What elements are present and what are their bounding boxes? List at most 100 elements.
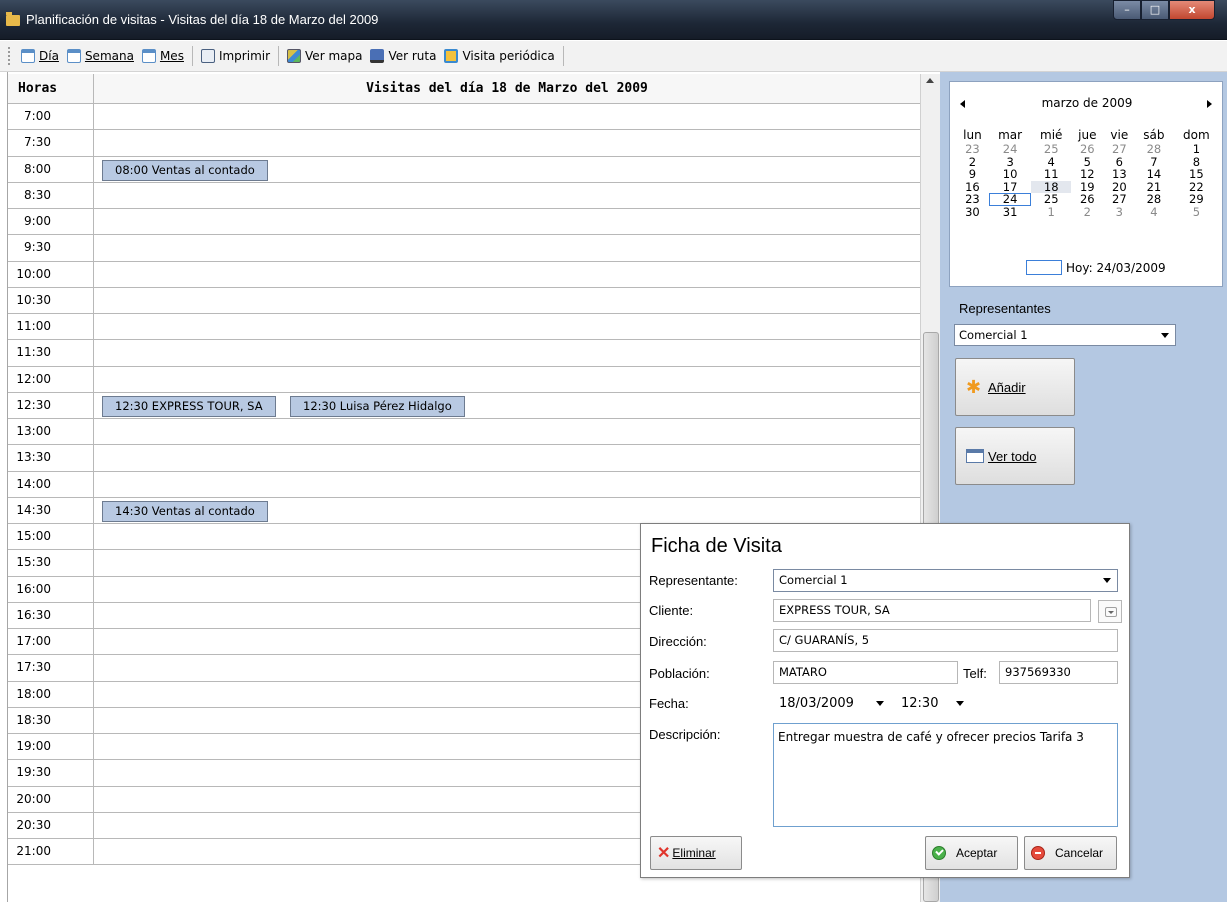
calendar-day[interactable]: 5 xyxy=(1173,205,1220,219)
time-slot-cell[interactable] xyxy=(94,445,920,470)
time-slot-cell[interactable] xyxy=(94,130,920,155)
time-slot-label: 17:00 xyxy=(8,629,94,655)
time-slot-cell[interactable]: 08:00 Ventas al contado xyxy=(94,157,920,182)
time-slot-label: 17:30 xyxy=(8,655,94,681)
calendar-day[interactable]: 28 xyxy=(1135,193,1173,206)
calendar-day[interactable]: 27 xyxy=(1104,193,1136,206)
schedule-row: 7:30 xyxy=(8,130,920,157)
time-slot-cell[interactable] xyxy=(94,367,920,392)
periodic-visit-button[interactable]: Visita periódica xyxy=(440,44,558,68)
time-slot-label: 7:30 xyxy=(8,130,94,156)
time-slot-cell[interactable] xyxy=(94,104,920,129)
address-input[interactable]: C/ GUARANÍS, 5 xyxy=(773,629,1118,652)
time-picker[interactable]: 12:30 xyxy=(895,692,971,715)
time-slot-cell[interactable] xyxy=(94,262,920,287)
view-all-label: Ver todo xyxy=(988,448,1037,464)
calendar-day[interactable]: 29 xyxy=(1173,193,1220,206)
appointment-block[interactable]: 14:30 Ventas al contado xyxy=(102,500,268,522)
time-slot-label: 13:30 xyxy=(8,445,94,471)
delete-button[interactable]: ✕ Eliminar xyxy=(650,836,742,870)
view-route-button[interactable]: Ver ruta xyxy=(366,44,440,68)
calendar-day[interactable]: 1 xyxy=(1031,205,1071,219)
calendar-day[interactable]: 28 xyxy=(1135,143,1173,156)
calendar-day[interactable]: 1 xyxy=(1173,143,1220,156)
calendar-day[interactable]: 24 xyxy=(988,193,1032,206)
calendar-day[interactable]: 15 xyxy=(1173,168,1220,181)
city-input[interactable]: MATARO xyxy=(773,661,958,684)
representative-label: Representante: xyxy=(649,573,738,588)
today-indicator[interactable]: Hoy: 24/03/2009 xyxy=(1026,260,1166,275)
time-slot-cell[interactable] xyxy=(94,472,920,497)
next-month-icon[interactable] xyxy=(1207,100,1212,108)
time-slot-cell[interactable] xyxy=(94,288,920,313)
calendar-day[interactable]: 23 xyxy=(956,193,989,206)
appointment-block[interactable]: 08:00 Ventas al contado xyxy=(102,159,268,181)
week-view-button[interactable]: Semana xyxy=(63,44,138,68)
appointment-block[interactable]: 12:30 EXPRESS TOUR, SA xyxy=(102,395,276,417)
time-slot-cell[interactable] xyxy=(94,340,920,365)
view-all-button[interactable]: Ver todo xyxy=(955,427,1075,485)
calendar-day[interactable]: 11 xyxy=(1031,168,1071,181)
time-slot-cell[interactable]: 12:30 EXPRESS TOUR, SA 12:30 Luisa Pérez … xyxy=(94,393,920,418)
client-input[interactable]: EXPRESS TOUR, SA xyxy=(773,599,1091,622)
appointment-block[interactable]: 12:30 Luisa Pérez Hidalgo xyxy=(290,395,465,417)
calendar-day[interactable]: 9 xyxy=(956,168,989,181)
calendar-day[interactable]: 2 xyxy=(1071,205,1103,219)
close-button[interactable]: x xyxy=(1169,0,1215,20)
calendar-month-title: marzo de 2009 xyxy=(1041,96,1133,110)
time-slot-cell[interactable] xyxy=(94,209,920,234)
time-slot-cell[interactable] xyxy=(94,419,920,444)
print-button[interactable]: Imprimir xyxy=(197,44,274,68)
representative-select[interactable]: Comercial 1 xyxy=(773,569,1118,592)
calendar-day[interactable]: 31 xyxy=(989,205,1032,219)
calendar-day[interactable]: 13 xyxy=(1104,168,1136,181)
time-slot-cell[interactable]: 14:30 Ventas al contado xyxy=(94,498,920,523)
phone-input[interactable]: 937569330 xyxy=(999,661,1118,684)
representatives-select[interactable]: Comercial 1 xyxy=(954,324,1176,346)
minimize-button[interactable]: – xyxy=(1113,0,1141,20)
calendar-day[interactable]: 27 xyxy=(1104,143,1136,156)
calendar-day[interactable]: 14 xyxy=(1135,168,1173,181)
calendar-day[interactable]: 12 xyxy=(1071,168,1103,181)
scroll-up-arrow-icon[interactable] xyxy=(926,78,934,83)
calendar-day-icon xyxy=(21,49,35,63)
day-view-button[interactable]: Día xyxy=(17,44,63,68)
time-slot-label: 18:00 xyxy=(8,681,94,707)
cancel-button[interactable]: Cancelar xyxy=(1024,836,1117,870)
description-label: Descripción: xyxy=(649,727,721,742)
representatives-select-value: Comercial 1 xyxy=(959,328,1028,342)
chevron-down-icon xyxy=(1103,578,1111,583)
time-slot-label: 7:00 xyxy=(8,104,94,130)
time-slot-cell[interactable] xyxy=(94,314,920,339)
calendar-day[interactable]: 3 xyxy=(1104,205,1136,219)
calendar-day[interactable]: 30 xyxy=(956,205,989,219)
view-map-button[interactable]: Ver mapa xyxy=(283,44,366,68)
calendar-day[interactable]: 10 xyxy=(989,168,1032,181)
calendar-day[interactable]: 4 xyxy=(1135,205,1173,219)
toolbar-grip[interactable] xyxy=(8,47,11,65)
calendar-day[interactable]: 26 xyxy=(1071,143,1103,156)
calendar-day[interactable]: 23 xyxy=(956,143,989,156)
toolbar-separator xyxy=(278,46,280,66)
date-picker[interactable]: 18/03/2009 xyxy=(773,692,891,715)
time-slot-label: 10:30 xyxy=(8,287,94,313)
city-label: Población: xyxy=(649,666,710,681)
calendar-day[interactable]: 26 xyxy=(1071,193,1103,206)
description-textarea[interactable]: Entregar muestra de café y ofrecer preci… xyxy=(773,723,1118,827)
accept-button[interactable]: Aceptar xyxy=(925,836,1018,870)
schedule-row: 12:30 12:30 EXPRESS TOUR, SA 12:30 Luisa P… xyxy=(8,392,920,419)
calendar-day[interactable]: 25 xyxy=(1031,193,1071,206)
window-left-edge xyxy=(0,72,8,902)
time-slot-cell[interactable] xyxy=(94,235,920,260)
mini-calendar: marzo de 2009 lun mar mié jue vie sáb dom 23 24… xyxy=(949,81,1223,287)
add-button[interactable]: ✱ Añadir xyxy=(955,358,1075,416)
time-slot-label: 21:00 xyxy=(8,839,94,865)
time-slot-cell[interactable] xyxy=(94,183,920,208)
calendar-day[interactable]: 24 xyxy=(989,143,1032,156)
calendar-day[interactable]: 25 xyxy=(1031,143,1071,156)
schedule-row: 10:30 xyxy=(8,287,920,314)
client-lookup-button[interactable] xyxy=(1098,600,1122,623)
time-slot-label: 9:30 xyxy=(8,235,94,261)
month-view-button[interactable]: Mes xyxy=(138,44,188,68)
maximize-button[interactable]: □ xyxy=(1141,0,1169,20)
